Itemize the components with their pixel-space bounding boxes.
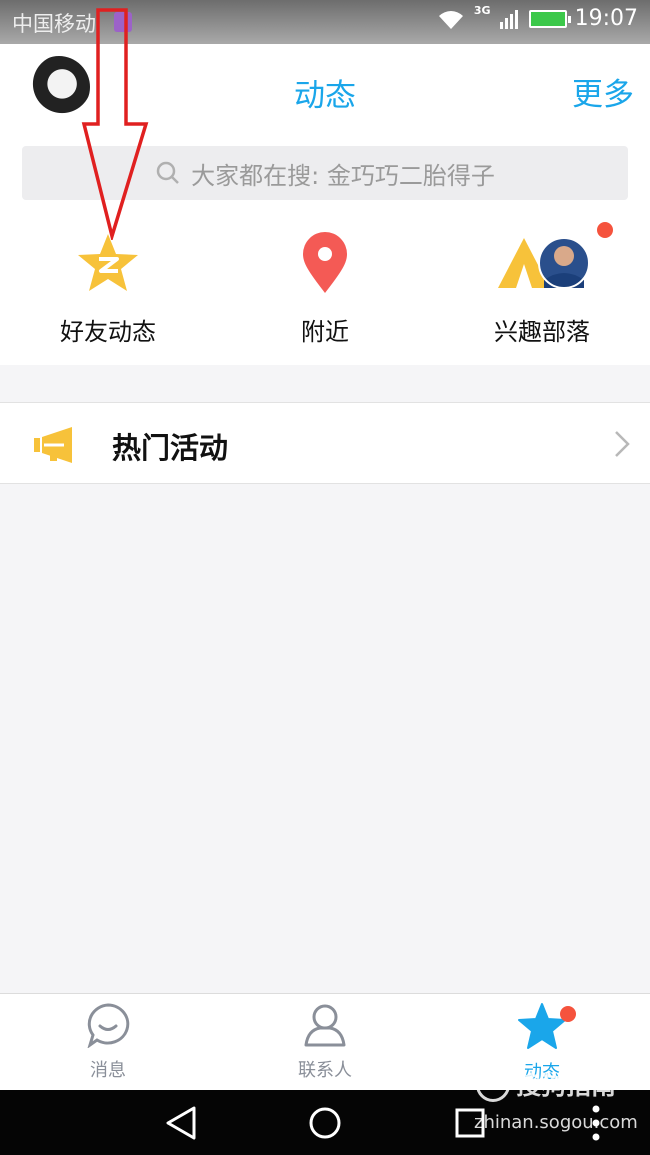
- status-right: 3G 19:07: [436, 4, 638, 31]
- battery-icon: [528, 9, 571, 28]
- tribe-tent-icon: [498, 237, 590, 289]
- red-arrow-annotation: [81, 8, 149, 240]
- qzone-star-icon: [78, 234, 138, 291]
- clock: 19:07: [574, 6, 638, 31]
- search-icon: [156, 161, 180, 184]
- notification-dot: [560, 1006, 576, 1022]
- feature-tribe[interactable]: 兴趣部落: [452, 222, 632, 347]
- network-type: 3G: [473, 4, 491, 17]
- wifi-icon: [438, 10, 463, 29]
- feature-friend-feed[interactable]: 好友动态: [18, 230, 198, 347]
- notification-dot: [597, 222, 613, 238]
- sogou-logo: [476, 1068, 510, 1102]
- megaphone-icon: [34, 427, 72, 463]
- feature-nearby[interactable]: 附近: [235, 230, 415, 347]
- star-icon: [518, 1003, 566, 1049]
- feature-label: 附近: [301, 318, 349, 346]
- tab-contacts[interactable]: 联系人: [245, 1002, 405, 1082]
- tab-label: 消息: [90, 1060, 126, 1081]
- watermark-brand: 搜狗指南: [516, 1071, 617, 1100]
- signal-icon: [499, 9, 518, 29]
- chevron-right-icon: [615, 431, 630, 457]
- more-button[interactable]: 更多: [572, 69, 634, 114]
- back-icon[interactable]: [164, 1106, 198, 1140]
- tab-messages[interactable]: 消息: [28, 1002, 188, 1082]
- feature-label: 好友动态: [60, 318, 156, 346]
- feature-label: 兴趣部落: [494, 318, 590, 346]
- chat-bubble-icon: [87, 1003, 130, 1049]
- hot-activities-row[interactable]: 热门活动: [0, 402, 650, 484]
- home-icon[interactable]: [308, 1106, 342, 1140]
- search-placeholder: 大家都在搜: 金巧巧二胎得子: [191, 161, 495, 190]
- tab-label: 联系人: [298, 1060, 352, 1081]
- person-icon: [304, 1004, 346, 1047]
- watermark-url: zhinan.sogou.com: [474, 1112, 638, 1133]
- hot-activities-label: 热门活动: [112, 431, 229, 465]
- location-pin-icon: [303, 232, 347, 293]
